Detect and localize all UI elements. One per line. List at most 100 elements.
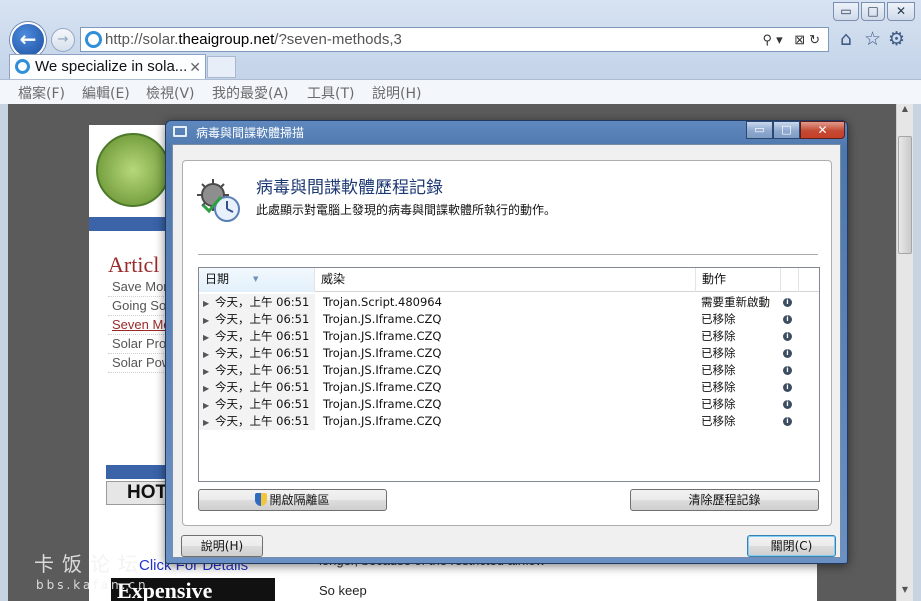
gear-icon[interactable]: ⚙	[888, 28, 905, 50]
dialog-title: 病毒與間諜軟體掃描	[196, 126, 305, 140]
menu-tools[interactable]: 工具(T)	[307, 83, 354, 103]
close-window-button[interactable]: ✕	[887, 2, 915, 21]
ie-page-icon	[85, 31, 102, 48]
info-icon[interactable]: i	[783, 315, 792, 324]
watermark-url: bbs.kafan.cn	[36, 578, 149, 592]
table-row[interactable]: ▶ 今天，上午 06:51 Trojan.Script.480964 需要重新啟動…	[199, 294, 819, 311]
back-button[interactable]: ←	[10, 22, 46, 58]
forward-button[interactable]: →	[51, 28, 75, 52]
action-status: 已移除	[701, 380, 736, 394]
info-icon[interactable]: i	[783, 298, 792, 307]
url-text: http://solar.theaigroup.net/?seven-metho…	[105, 31, 402, 48]
history-description: 此處顯示對電腦上發現的病毒與間諜軟體所執行的動作。	[256, 203, 557, 217]
menu-view[interactable]: 檢視(V)	[146, 83, 195, 103]
table-row[interactable]: ▶ 今天，上午 06:51 Trojan.JS.Iframe.CZQ 已移除 i	[199, 413, 819, 430]
article-body-text-2: So keep	[319, 583, 367, 598]
expand-arrow-icon[interactable]: ▶	[203, 397, 215, 414]
expand-arrow-icon[interactable]: ▶	[203, 312, 215, 329]
hot-section-bar	[106, 465, 170, 479]
dialog-body: 病毒與間諜軟體歷程記錄 此處顯示對電腦上發現的病毒與間諜軟體所執行的動作。 日期…	[172, 144, 841, 558]
side-link-save-money[interactable]: Save Mon	[108, 278, 168, 297]
column-header-info	[781, 268, 799, 292]
table-row[interactable]: ▶ 今天，上午 06:51 Trojan.JS.Iframe.CZQ 已移除 i	[199, 311, 819, 328]
address-tools[interactable]: ⚲▾ ⊠↻	[763, 28, 824, 51]
help-button[interactable]: 說明(H)	[181, 535, 263, 557]
browser-tab[interactable]: We specialize in sola... ✕	[9, 54, 206, 79]
table-row[interactable]: ▶ 今天，上午 06:51 Trojan.JS.Iframe.CZQ 已移除 i	[199, 379, 819, 396]
home-icon[interactable]: ⌂	[840, 28, 852, 50]
info-icon[interactable]: i	[783, 417, 792, 426]
info-icon[interactable]: i	[783, 366, 792, 375]
monitor-icon	[173, 126, 187, 137]
side-link-solar-projects[interactable]: Solar Proj	[108, 335, 168, 354]
expand-arrow-icon[interactable]: ▶	[203, 414, 215, 431]
threat-name: Trojan.JS.Iframe.CZQ	[323, 397, 442, 411]
watermark-text: 卡饭论坛	[34, 552, 146, 576]
history-table[interactable]: 日期 ▼ 威染 動作 ▶ 今天，上午 06:51 Trojan.Script.48…	[198, 267, 820, 482]
virus-history-dialog: 病毒與間諜軟體掃描 ▭ □ ✕ 病毒與間諜軟體歷程記錄 此處顯示對電腦上發現的病…	[165, 120, 848, 564]
scroll-thumb[interactable]	[898, 136, 912, 254]
address-bar[interactable]: http://solar.theaigroup.net/?seven-metho…	[80, 27, 829, 52]
maximize-button[interactable]: □	[861, 2, 885, 21]
tab-close-icon[interactable]: ✕	[189, 55, 201, 79]
action-status: 已移除	[701, 329, 736, 343]
menu-edit[interactable]: 編輯(E)	[82, 83, 130, 103]
side-link-going-solar[interactable]: Going Sol	[108, 297, 168, 316]
menu-favorites[interactable]: 我的最愛(A)	[212, 83, 289, 103]
menu-help[interactable]: 說明(H)	[372, 83, 421, 103]
threat-name: Trojan.JS.Iframe.CZQ	[323, 346, 442, 360]
info-icon[interactable]: i	[783, 400, 792, 409]
scroll-up-icon[interactable]: ▲	[897, 104, 913, 120]
open-quarantine-button[interactable]: 開啟隔離區	[198, 489, 387, 511]
dialog-minimize-button[interactable]: ▭	[746, 121, 773, 139]
window-controls: ▭ □ ✕	[833, 2, 915, 22]
dialog-maximize-button[interactable]: □	[773, 121, 800, 139]
dialog-close-button[interactable]: ✕	[800, 121, 845, 139]
virus-scan-icon	[197, 179, 240, 222]
history-heading: 病毒與間諜軟體歷程記錄	[256, 178, 443, 198]
expand-arrow-icon[interactable]: ▶	[203, 346, 215, 363]
table-row[interactable]: ▶ 今天，上午 06:51 Trojan.JS.Iframe.CZQ 已移除 i	[199, 396, 819, 413]
column-header-date[interactable]: 日期 ▼	[199, 268, 315, 292]
info-icon[interactable]: i	[783, 383, 792, 392]
expand-arrow-icon[interactable]: ▶	[203, 363, 215, 380]
page-scrollbar[interactable]: ▲ ▼	[896, 104, 913, 601]
expand-arrow-icon[interactable]: ▶	[203, 329, 215, 346]
scroll-down-icon[interactable]: ▼	[897, 585, 913, 601]
menu-file[interactable]: 檔案(F)	[18, 83, 65, 103]
separator	[198, 254, 818, 255]
column-header-action[interactable]: 動作	[696, 268, 781, 292]
close-button[interactable]: 關閉(C)	[747, 535, 836, 557]
threat-name: Trojan.JS.Iframe.CZQ	[323, 414, 442, 428]
action-status: 已移除	[701, 346, 736, 360]
threat-name: Trojan.JS.Iframe.CZQ	[323, 363, 442, 377]
threat-name: Trojan.JS.Iframe.CZQ	[323, 312, 442, 326]
side-link-solar-power[interactable]: Solar Pow	[108, 354, 168, 373]
threat-name: Trojan.Script.480964	[323, 295, 442, 309]
table-row[interactable]: ▶ 今天，上午 06:51 Trojan.JS.Iframe.CZQ 已移除 i	[199, 328, 819, 345]
site-nav-bar	[89, 217, 169, 231]
expand-arrow-icon[interactable]: ▶	[203, 380, 215, 397]
minimize-button[interactable]: ▭	[833, 2, 859, 21]
expand-arrow-icon[interactable]: ▶	[203, 295, 215, 312]
clear-history-button[interactable]: 清除歷程記錄	[630, 489, 819, 511]
info-icon[interactable]: i	[783, 349, 792, 358]
info-icon[interactable]: i	[783, 332, 792, 341]
table-row[interactable]: ▶ 今天，上午 06:51 Trojan.JS.Iframe.CZQ 已移除 i	[199, 345, 819, 362]
history-panel: 病毒與間諜軟體歷程記錄 此處顯示對電腦上發現的病毒與間諜軟體所執行的動作。 日期…	[182, 160, 832, 526]
action-status: 需要重新啟動	[701, 295, 770, 309]
favorites-star-icon[interactable]: ☆	[864, 28, 881, 50]
action-status: 已移除	[701, 312, 736, 326]
table-row[interactable]: ▶ 今天，上午 06:51 Trojan.JS.Iframe.CZQ 已移除 i	[199, 362, 819, 379]
tab-favicon-icon	[15, 59, 30, 74]
tab-title: We specialize in sola...	[35, 58, 188, 75]
menu-bar: 檔案(F) 編輯(E) 檢視(V) 我的最愛(A) 工具(T) 說明(H)	[0, 79, 921, 104]
new-tab-button[interactable]	[207, 56, 236, 78]
column-header-threat[interactable]: 威染	[315, 268, 696, 292]
site-logo	[96, 133, 170, 207]
action-status: 已移除	[701, 414, 736, 428]
threat-name: Trojan.JS.Iframe.CZQ	[323, 380, 442, 394]
table-header: 日期 ▼ 威染 動作	[199, 268, 819, 292]
side-link-seven-methods[interactable]: Seven Me	[108, 316, 168, 335]
hot-heading: HOT	[106, 481, 170, 505]
